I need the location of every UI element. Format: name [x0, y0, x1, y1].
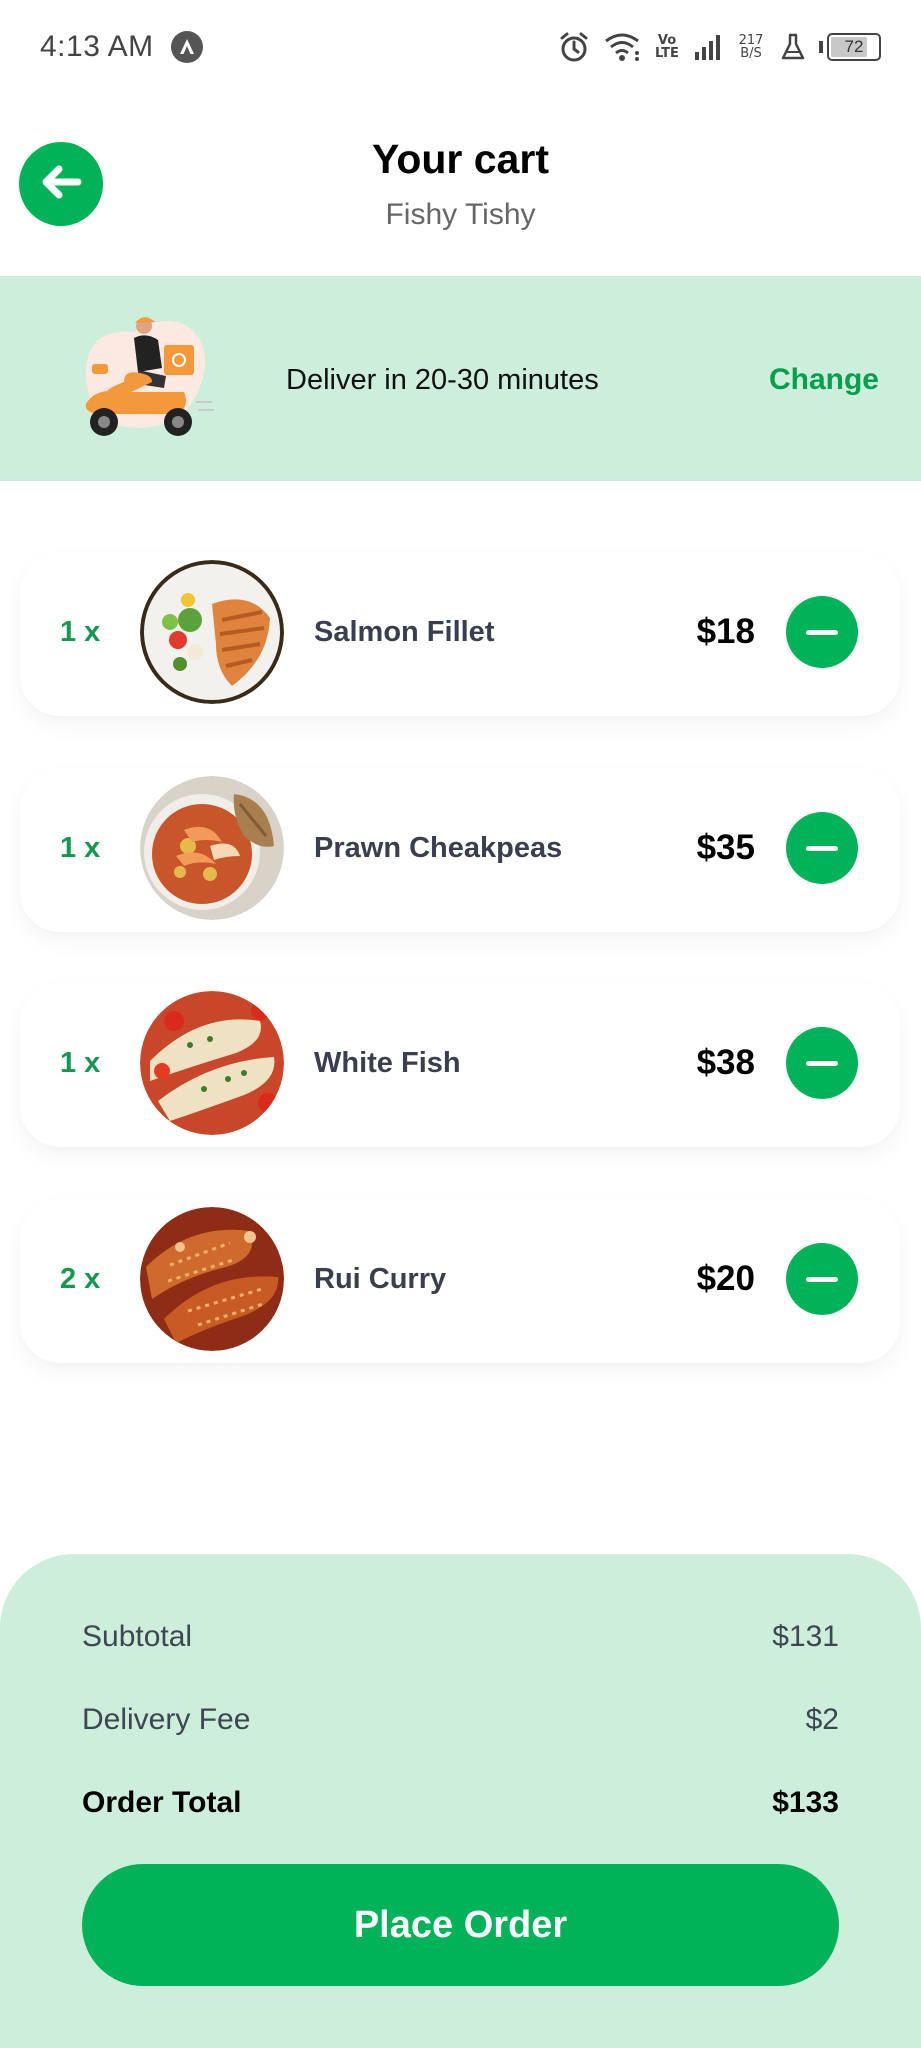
item-name: Rui Curry — [314, 1263, 447, 1295]
volte-bottom-text: LTE — [655, 46, 679, 61]
item-quantity: 1 x — [60, 1047, 101, 1079]
signal-icon — [693, 32, 723, 62]
subtotal-value: $131 — [772, 1620, 839, 1653]
item-quantity: 1 x — [60, 616, 101, 648]
status-time: 4:13 AM — [40, 30, 154, 63]
order-total-value: $133 — [772, 1786, 839, 1819]
delivery-fee-label: Delivery Fee — [82, 1703, 251, 1736]
item-name: Prawn Cheakpeas — [314, 832, 563, 864]
prawn-chickpeas-photo — [140, 776, 284, 920]
change-delivery-link[interactable]: Change — [769, 363, 879, 397]
remove-item-button[interactable] — [786, 596, 858, 668]
remove-item-button[interactable] — [786, 812, 858, 884]
cart-item: 2 x Rui Curry $20 — [20, 1199, 900, 1363]
order-total-row: Order Total $133 — [82, 1786, 839, 1820]
flask-icon — [779, 32, 807, 62]
remove-item-button[interactable] — [786, 1243, 858, 1315]
rui-curry-photo — [140, 1207, 284, 1351]
item-price: $38 — [696, 1043, 755, 1082]
item-quantity: 1 x — [60, 832, 101, 864]
restaurant-name: Fishy Tishy — [385, 198, 536, 231]
alarm-icon — [557, 30, 591, 64]
network-speed: 217 B/S — [735, 34, 767, 60]
item-price: $20 — [696, 1259, 755, 1298]
wifi-icon — [603, 31, 641, 63]
item-price: $18 — [696, 612, 755, 651]
status-bar: 4:13 AM Vo LTE 217 B/S 72 — [0, 0, 921, 92]
subtotal-label: Subtotal — [82, 1620, 193, 1653]
volte-icon: Vo LTE — [653, 34, 681, 60]
battery-level: 72 — [844, 37, 864, 56]
item-price: $35 — [696, 828, 755, 867]
white-fish-photo — [140, 991, 284, 1135]
item-name: White Fish — [314, 1047, 461, 1079]
delivery-fee-row: Delivery Fee $2 — [82, 1703, 839, 1737]
delivery-time-text: Deliver in 20-30 minutes — [286, 364, 599, 396]
delivery-fee-value: $2 — [805, 1703, 839, 1736]
item-quantity: 2 x — [60, 1263, 101, 1295]
battery-icon: 72 — [827, 33, 881, 61]
cart-item: 1 x Prawn Cheakpeas $35 — [20, 768, 900, 932]
cart-screen: 4:13 AM Vo LTE 217 B/S 72 Your cart Fish… — [0, 0, 921, 2048]
salmon-fillet-photo — [140, 560, 284, 704]
delivery-banner: Deliver in 20-30 minutes Change — [0, 276, 921, 481]
status-icons: Vo LTE 217 B/S 72 — [557, 27, 881, 67]
battery-cap — [819, 41, 823, 53]
app-notification-icon — [171, 31, 203, 63]
item-name: Salmon Fillet — [314, 616, 495, 648]
delivery-scooter-illustration — [85, 317, 214, 436]
page-title: Your cart — [372, 136, 549, 182]
remove-item-button[interactable] — [786, 1027, 858, 1099]
cart-item: 1 x White Fish $38 — [20, 983, 900, 1147]
subtotal-row: Subtotal $131 — [82, 1620, 839, 1654]
cart-item: 1 x Salmon Fillet $18 — [20, 552, 900, 716]
network-speed-unit: B/S — [740, 46, 762, 61]
order-total-label: Order Total — [82, 1786, 242, 1819]
place-order-button[interactable]: Place Order — [82, 1864, 839, 1986]
order-summary: Subtotal $131 Delivery Fee $2 Order Tota… — [0, 1554, 921, 2048]
